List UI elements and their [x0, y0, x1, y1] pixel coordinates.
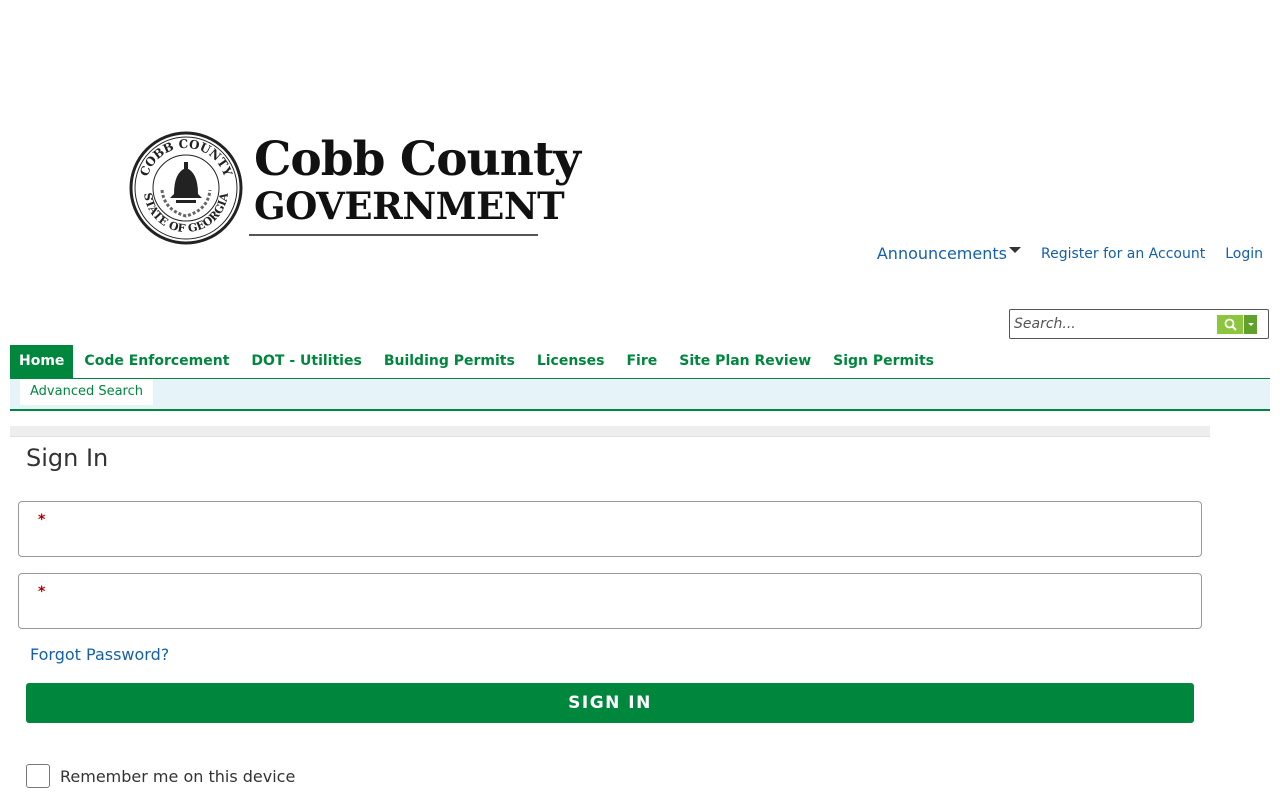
login-link[interactable]: Login	[1225, 246, 1263, 262]
logo-underline	[249, 234, 538, 236]
tab-sign-permits[interactable]: Sign Permits	[822, 345, 945, 378]
tab-licenses[interactable]: Licenses	[526, 345, 616, 378]
cobb-county-logo[interactable]: COBB COUNTY STATE OF GEORGIA Cobb County…	[128, 130, 581, 246]
county-seal-icon: COBB COUNTY STATE OF GEORGIA	[129, 131, 243, 245]
username-input[interactable]	[49, 526, 1183, 552]
announcements-dropdown[interactable]: Announcements	[877, 244, 1021, 263]
tab-home[interactable]: Home	[10, 345, 74, 378]
top-links: Announcements Register for an Account Lo…	[877, 244, 1263, 263]
caret-down-icon	[1008, 246, 1021, 253]
global-search	[1009, 309, 1269, 339]
search-input[interactable]	[1014, 314, 1214, 334]
logo-subtitle: GOVERNMENT	[254, 184, 565, 228]
sub-nav: Advanced Search	[10, 379, 1270, 411]
panel-header-bar	[10, 426, 1210, 437]
main-nav: Home Code Enforcement DOT - Utilities Bu…	[10, 345, 1270, 379]
required-marker: *	[38, 584, 46, 600]
username-field: *	[18, 501, 1202, 557]
tab-dot-utilities[interactable]: DOT - Utilities	[240, 345, 372, 378]
register-link[interactable]: Register for an Account	[1041, 246, 1205, 262]
password-input[interactable]	[49, 598, 1183, 624]
remember-me: Remember me on this device	[26, 764, 295, 788]
password-field: *	[18, 573, 1202, 629]
tab-code-enforcement[interactable]: Code Enforcement	[73, 345, 240, 378]
logo-title: Cobb County	[254, 132, 581, 187]
sign-in-button[interactable]: SIGN IN	[26, 683, 1194, 723]
remember-me-label: Remember me on this device	[60, 766, 296, 786]
search-button[interactable]	[1217, 315, 1243, 334]
chevron-down-icon	[1247, 323, 1254, 326]
required-marker: *	[38, 512, 46, 528]
tab-fire[interactable]: Fire	[615, 345, 668, 378]
page-title: Sign In	[26, 444, 109, 472]
search-options-button[interactable]	[1244, 315, 1257, 334]
advanced-search-link[interactable]: Advanced Search	[20, 379, 154, 405]
remember-me-checkbox[interactable]	[26, 764, 50, 788]
forgot-password-link[interactable]: Forgot Password?	[30, 645, 169, 664]
search-icon	[1224, 318, 1237, 331]
tab-building-permits[interactable]: Building Permits	[373, 345, 526, 378]
tab-site-plan-review[interactable]: Site Plan Review	[668, 345, 822, 378]
announcements-label: Announcements	[876, 244, 1007, 263]
